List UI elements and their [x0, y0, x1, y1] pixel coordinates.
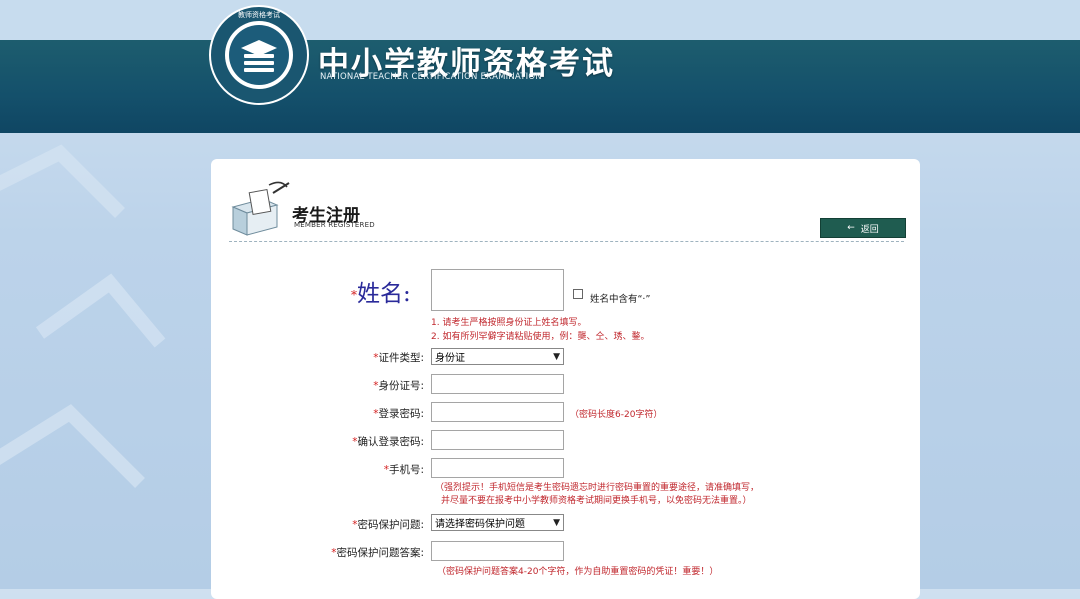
confirm-password-input[interactable] — [431, 430, 564, 450]
exam-logo: 教师资格考试 — [209, 5, 309, 105]
id-number-input[interactable] — [431, 374, 564, 394]
register-document-icon — [231, 181, 290, 236]
security-answer-label: *密码保护问题答案: — [331, 547, 424, 559]
name-label: *姓名: — [351, 281, 411, 307]
password-label: *登录密码: — [373, 408, 424, 420]
confirm-password-label: *确认登录密码: — [352, 436, 424, 448]
name-hint-1: 1. 请考生严格按照身份证上姓名填写。 — [431, 318, 587, 328]
security-question-select[interactable]: 请选择密码保护问题 ▼ — [431, 514, 564, 531]
security-question-selected: 请选择密码保护问题 — [435, 519, 525, 530]
phone-hint-2: 并尽量不要在报考中小学教师资格考试期间更换手机号，以免密码无法重置。） — [441, 496, 752, 506]
password-hint: （密码长度6-20字符） — [570, 410, 663, 420]
id-number-label: *身份证号: — [373, 380, 424, 392]
site-subtitle: NATIONAL TEACHER CERTIFICATION EXAMINATI… — [320, 72, 542, 82]
chevron-down-icon: ▼ — [553, 517, 560, 528]
name-hint-2: 2. 如有所列罕僻字请粘贴使用，例：龑、仝、琇、鍪。 — [431, 332, 650, 342]
password-input[interactable] — [431, 402, 564, 422]
chevron-down-icon: ▼ — [553, 351, 560, 362]
background-decoration — [0, 144, 166, 488]
page-subtitle: MEMBER REGISTERED — [294, 221, 375, 229]
security-question-label: *密码保护问题: — [352, 519, 424, 531]
security-answer-hint: （密码保护问题答案4-20个字符，作为自助重置密码的凭证！重要！） — [437, 567, 719, 577]
name-dot-checkbox-label: 姓名中含有“·” — [590, 294, 651, 305]
name-input[interactable] — [431, 269, 564, 311]
id-type-select[interactable]: 身份证 ▼ — [431, 348, 564, 365]
security-answer-input[interactable] — [431, 541, 564, 561]
phone-hint-1: （强烈提示！手机短信是考生密码遗忘时进行密码重置的重要途径，请准确填写， — [435, 483, 760, 493]
back-button[interactable]: ← 返回 — [820, 218, 906, 238]
back-arrow-icon: ← — [847, 223, 855, 233]
back-button-label: 返回 — [860, 224, 879, 235]
id-type-label: *证件类型: — [373, 352, 424, 364]
top-strip — [0, 0, 1080, 40]
title-divider — [229, 241, 904, 242]
phone-label: *手机号: — [383, 464, 424, 476]
logo-text: 教师资格考试 — [238, 10, 280, 19]
name-dot-checkbox[interactable] — [573, 289, 583, 299]
registration-panel: 考生注册 MEMBER REGISTERED ← 返回 *姓名: 姓名中含有“·… — [211, 159, 920, 599]
id-type-selected: 身份证 — [435, 353, 465, 364]
phone-input[interactable] — [431, 458, 564, 478]
